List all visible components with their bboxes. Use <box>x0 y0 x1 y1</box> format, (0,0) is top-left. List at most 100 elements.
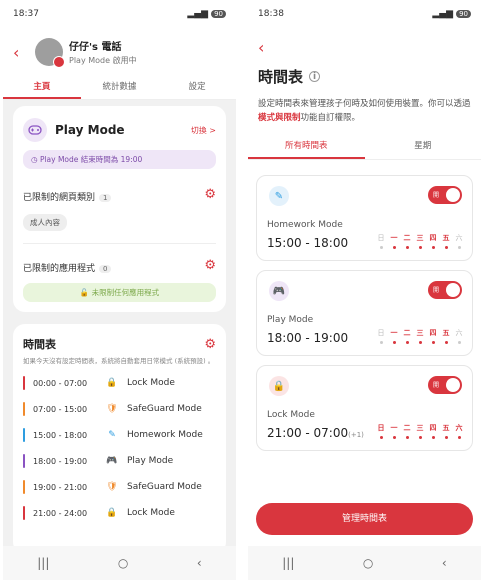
mode-schedule-card[interactable]: 🔒 開 Lock Mode 21:00 - 07:00(+1) 日一二三四五六 <box>256 365 473 451</box>
gear-icon[interactable]: ⚙ <box>204 187 216 202</box>
schedule-item[interactable]: 19:00 - 21:00 🛡 SafeGuard Mode <box>13 474 226 500</box>
schedule-color-bar <box>23 428 25 442</box>
schedule-time: 18:00 - 19:00 <box>33 456 88 466</box>
schedule-time: 15:00 - 18:00 <box>33 430 88 440</box>
day-indicator: 三 <box>415 423 425 439</box>
gear-icon[interactable]: ⚙ <box>204 258 216 273</box>
tab-stats[interactable]: 統計數據 <box>81 76 159 99</box>
mode-toggle[interactable]: 開 <box>428 186 462 204</box>
schedule-mode-name: Lock Mode <box>127 378 175 388</box>
toggle-on-label: 開 <box>433 287 440 294</box>
web-restriction-count: 1 <box>99 194 112 202</box>
unlock-icon: 🔓 <box>79 288 92 297</box>
clock-icon: ◷ <box>31 155 40 164</box>
recents-icon[interactable]: ||| <box>37 556 49 570</box>
schedule-description: 如果今天沒有設定時間表，系統將自動套用日常模式 (系統預設) 。 <box>23 357 215 365</box>
manage-schedule-button[interactable]: 管理時間表 <box>256 503 473 535</box>
weekday-selector: 日一二三四五六 <box>376 423 464 439</box>
day-indicator: 一 <box>389 423 399 439</box>
info-icon[interactable]: i <box>309 71 321 82</box>
tab-weekday[interactable]: 星期 <box>365 135 481 159</box>
schedule-mode-name: SafeGuard Mode <box>127 404 202 414</box>
schedule-list: 00:00 - 07:00 🔒 Lock Mode 07:00 - 15:00 🛡 Saf… <box>13 370 226 526</box>
back-button[interactable]: ‹ <box>258 38 264 57</box>
mode-schedule-card[interactable]: ✎ 開 Homework Mode 15:00 - 18:00 日一二三四五六 <box>256 175 473 261</box>
schedule-color-bar <box>23 376 25 390</box>
day-indicator: 二 <box>402 328 412 344</box>
battery-icon: 90 <box>456 10 471 18</box>
status-bar: 18:37 ▂▄▆ 90 <box>3 0 236 28</box>
day-indicator: 日 <box>376 233 386 249</box>
home-icon[interactable]: ○ <box>363 556 373 570</box>
day-indicator: 一 <box>389 328 399 344</box>
schedule-time: 19:00 - 21:00 <box>33 482 88 492</box>
day-indicator: 四 <box>428 233 438 249</box>
mode-end-pill: ◷ Play Mode 結束時間為 19:00 <box>23 150 216 169</box>
schedule-item[interactable]: 07:00 - 15:00 🛡 SafeGuard Mode <box>13 396 226 422</box>
schedule-color-bar <box>23 506 25 520</box>
status-time: 18:37 <box>13 9 39 19</box>
mode-toggle[interactable]: 開 <box>428 281 462 299</box>
no-app-restriction-pill: 🔓 未限制任何應用程式 <box>23 283 216 302</box>
schedule-mode-name: Homework Mode <box>127 430 203 440</box>
page-description: 設定時間表來管理孩子何時及如何使用裝置。你可以透過模式與限制功能自訂權限。 <box>258 99 471 123</box>
tab-settings[interactable]: 設定 <box>158 76 236 99</box>
back-button[interactable]: ‹ <box>13 43 35 62</box>
schedule-time: 00:00 - 07:00 <box>33 378 88 388</box>
weekday-selector: 日一二三四五六 <box>376 233 464 249</box>
app-restriction-label: 已限制的應用程式 <box>23 264 96 274</box>
mode-toggle[interactable]: 開 <box>428 376 462 394</box>
app-restriction-row[interactable]: 已限制的應用程式 0 ⚙ <box>13 256 226 275</box>
toggle-on-label: 開 <box>433 192 440 199</box>
schedule-color-bar <box>23 480 25 494</box>
device-name: 仔仔's 電話 <box>69 42 122 53</box>
back-nav-icon[interactable]: ‹ <box>442 556 447 570</box>
back-nav-icon[interactable]: ‹ <box>197 556 202 570</box>
mode-schedule-card[interactable]: 🎮 開 Play Mode 18:00 - 19:00 日一二三四五六 <box>256 270 473 356</box>
schedule-tabs: 所有時間表 星期 <box>248 135 481 160</box>
day-indicator: 五 <box>441 233 451 249</box>
mode-name: Play Mode <box>267 315 314 325</box>
gear-icon[interactable]: ⚙ <box>204 337 216 352</box>
signal-icon: ▂▄▆ <box>187 9 209 19</box>
mode-badge-icon <box>53 56 65 68</box>
mode-name: Homework Mode <box>267 220 343 230</box>
switch-mode-button[interactable]: 切換 > <box>191 125 216 136</box>
schedule-item[interactable]: 00:00 - 07:00 🔒 Lock Mode <box>13 370 226 396</box>
pencil-icon: ✎ <box>269 186 289 206</box>
home-icon[interactable]: ○ <box>118 556 128 570</box>
next-day-marker: (+1) <box>348 431 364 439</box>
day-indicator: 五 <box>441 328 451 344</box>
device-status: Play Mode 啟用中 <box>69 56 137 65</box>
shield-icon: 🛡 <box>106 404 118 414</box>
schedule-item[interactable]: 18:00 - 19:00 🎮 Play Mode <box>13 448 226 474</box>
battery-icon: 90 <box>211 10 226 18</box>
divider <box>23 243 216 244</box>
tab-all-schedules[interactable]: 所有時間表 <box>248 135 365 159</box>
gamepad-icon: 🎮 <box>269 281 289 301</box>
day-indicator: 三 <box>415 328 425 344</box>
current-mode-card: Play Mode 切換 > ◷ Play Mode 結束時間為 19:00 已… <box>13 106 226 312</box>
status-time: 18:38 <box>258 9 284 19</box>
day-indicator: 日 <box>376 423 386 439</box>
day-indicator: 四 <box>428 423 438 439</box>
modes-link[interactable]: 模式與限制 <box>258 113 301 123</box>
schedule-color-bar <box>23 454 25 468</box>
mode-end-text: Play Mode 結束時間為 19:00 <box>39 155 143 164</box>
status-bar: 18:38 ▂▄▆ 90 <box>248 0 481 28</box>
tab-home[interactable]: 主頁 <box>3 76 81 99</box>
schedule-item[interactable]: 15:00 - 18:00 ✎ Homework Mode <box>13 422 226 448</box>
toggle-on-label: 開 <box>433 382 440 389</box>
no-app-restriction-text: 未限制任何應用程式 <box>91 288 160 297</box>
schedule-item[interactable]: 21:00 - 24:00 🔒 Lock Mode <box>13 500 226 526</box>
mode-time: 18:00 - 19:00 <box>267 331 349 345</box>
schedule-mode-name: Lock Mode <box>127 508 175 518</box>
lock-icon: 🔒 <box>269 376 289 396</box>
recents-icon[interactable]: ||| <box>282 556 294 570</box>
web-restriction-row[interactable]: 已限制的網頁類別 1 ⚙ <box>13 185 226 204</box>
schedule-time: 21:00 - 24:00 <box>33 508 88 518</box>
shield-icon: 🛡 <box>106 482 118 492</box>
schedule-card: 時間表 ⚙ 如果今天沒有設定時間表，系統將自動套用日常模式 (系統預設) 。 0… <box>13 324 226 554</box>
left-screen: 18:37 ▂▄▆ 90 ‹ 仔仔's 電話 Play Mode 啟用中 主頁 統… <box>3 0 236 580</box>
avatar[interactable] <box>35 38 65 68</box>
